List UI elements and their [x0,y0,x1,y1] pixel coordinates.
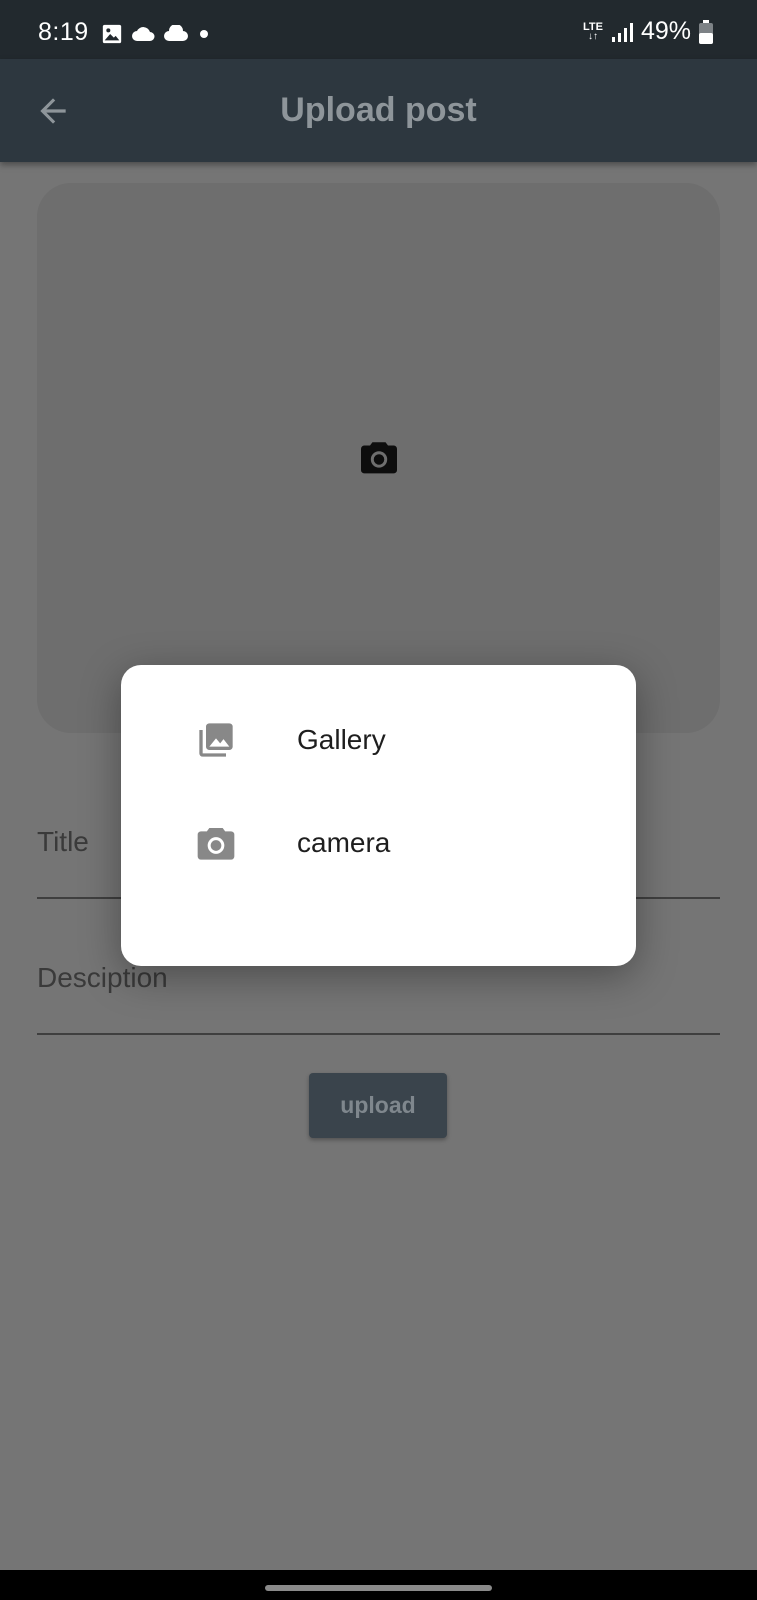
battery-percent: 49% [640,17,691,45]
upload-button[interactable]: upload [309,1073,447,1138]
dialog-item-gallery[interactable]: Gallery [121,705,636,775]
status-time: 8:19 [38,18,89,46]
network-indicator: LTE ↓↑ [582,20,603,42]
camera-icon [361,442,397,474]
gallery-icon [199,723,233,757]
status-notification-icons [101,23,211,45]
camera-label: camera [297,827,391,858]
title-field-label: Title [37,826,89,857]
gallery-label: Gallery [297,724,386,755]
battery-icon [699,19,713,44]
status-system-icons: LTE ↓↑ 49% [583,17,713,46]
cloud-icon [132,27,155,41]
image-source-dialog: Gallery camera [121,665,636,966]
network-type: LTE [582,20,603,33]
dialog-item-camera[interactable]: camera [121,808,636,878]
dot-icon [200,30,208,38]
navigation-bar [0,1570,757,1600]
home-gesture-handle[interactable] [265,1585,492,1591]
app-bar: Upload post [0,59,757,162]
camera-icon [197,828,235,860]
image-notification-icon [102,24,122,44]
image-picker-area[interactable] [37,183,720,733]
signal-icon [611,22,633,42]
page-title: Upload post [280,91,477,129]
description-field-label: Desciption [37,962,168,993]
status-bar: 8:19 LTE ↓↑ 49% [0,0,757,59]
cloud-outline-icon [164,25,188,41]
description-field[interactable] [37,1033,720,1035]
